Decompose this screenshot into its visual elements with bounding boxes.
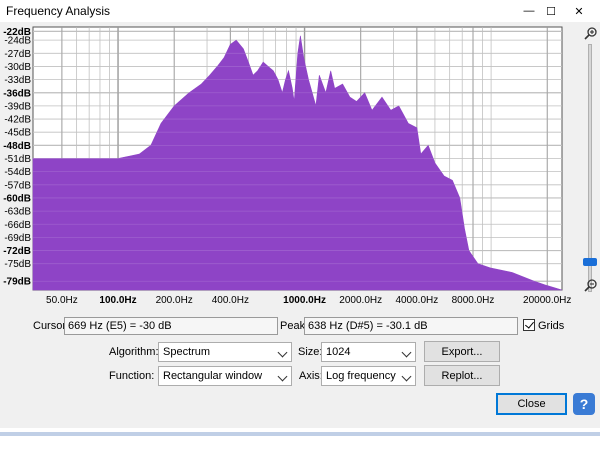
x-tick-label: 4000.0Hz [395, 295, 438, 306]
spectrum-plot[interactable]: -22dB-24dB-27dB-30dB-33dB-36dB-39dB-42dB… [0, 22, 600, 312]
chevron-down-icon [401, 371, 412, 382]
size-label: Size: [298, 346, 323, 358]
zoom-in-icon[interactable] [584, 26, 598, 40]
vertical-zoom-slider-thumb[interactable] [583, 258, 597, 266]
spectrum-plot-area: -22dB -24dB -27dB -30dB -33dB -36dB -39dB -42dB… [0, 22, 600, 312]
title-bar: Frequency Analysis — ☐ ✕ [0, 0, 600, 22]
taskbar-edge [0, 432, 600, 436]
axis-label: Axis: [299, 370, 323, 382]
help-button[interactable]: ? [573, 393, 595, 415]
y-tick-label: -66dB [4, 220, 31, 231]
x-tick-label: 400.0Hz [212, 295, 249, 306]
y-tick-label: -30dB [4, 62, 31, 73]
close-button[interactable]: Close [496, 393, 567, 415]
algorithm-label: Algorithm: [109, 346, 159, 358]
grids-label: Grids [538, 320, 565, 332]
algorithm-value: Spectrum [163, 346, 211, 358]
y-tick-label: -24dB [4, 36, 31, 47]
y-tick-label: -69dB [4, 233, 31, 244]
algorithm-select[interactable]: Spectrum [158, 342, 292, 362]
y-tick-label: -27dB [4, 49, 31, 60]
x-tick-label: 1000.0Hz [283, 295, 326, 306]
x-tick-label: 100.0Hz [99, 295, 136, 306]
y-tick-label: -57dB [4, 180, 31, 191]
function-label: Function: [109, 370, 155, 382]
y-tick-label: -51dB [4, 154, 31, 165]
y-tick-label: -60dB [3, 193, 31, 204]
function-select[interactable]: Rectangular window [158, 366, 292, 386]
export-button[interactable]: Export... [424, 341, 500, 362]
y-tick-label: -36dB [3, 88, 31, 99]
y-tick-label: -42dB [4, 115, 31, 126]
y-tick-label: -48dB [3, 141, 31, 152]
maximize-icon: ☐ [546, 5, 556, 18]
peak-readout: 638 Hz (D#5) = -30.1 dB [304, 317, 518, 335]
x-tick-label: 8000.0Hz [452, 295, 495, 306]
chevron-down-icon [277, 347, 288, 358]
y-tick-label: -63dB [4, 207, 31, 218]
chevron-down-icon [401, 347, 412, 358]
y-tick-label: -72dB [3, 246, 31, 257]
cursor-readout: 669 Hz (E5) = -30 dB [64, 317, 278, 335]
y-tick-label: -33dB [4, 75, 31, 86]
close-window-button[interactable]: ✕ [556, 0, 600, 22]
taskbar-strip [0, 428, 600, 450]
help-icon: ? [579, 396, 589, 412]
axis-value: Log frequency [326, 370, 396, 382]
chevron-down-icon [277, 371, 288, 382]
size-value: 1024 [326, 346, 351, 358]
x-tick-label: 20000.0Hz [523, 295, 571, 306]
window-title: Frequency Analysis [6, 4, 111, 18]
x-tick-label: 200.0Hz [156, 295, 193, 306]
close-icon: ✕ [574, 5, 584, 18]
vertical-zoom-slider[interactable] [588, 44, 592, 292]
y-tick-label: -39dB [4, 101, 31, 112]
function-value: Rectangular window [163, 370, 263, 382]
y-tick-label: -75dB [4, 259, 31, 270]
size-select[interactable]: 1024 [321, 342, 416, 362]
y-tick-label: -79dB [3, 277, 31, 288]
grids-checkbox[interactable] [523, 319, 535, 331]
replot-button[interactable]: Replot... [424, 365, 500, 386]
y-tick-label: -54dB [4, 167, 31, 178]
zoom-out-icon[interactable] [584, 278, 598, 292]
x-tick-label: 50.0Hz [46, 295, 78, 306]
frequency-analysis-dialog: -22dB -24dB -27dB -30dB -33dB -36dB -39dB -42dB… [0, 22, 600, 428]
axis-select[interactable]: Log frequency [321, 366, 416, 386]
y-tick-label: -45dB [4, 128, 31, 139]
x-tick-label: 2000.0Hz [339, 295, 382, 306]
